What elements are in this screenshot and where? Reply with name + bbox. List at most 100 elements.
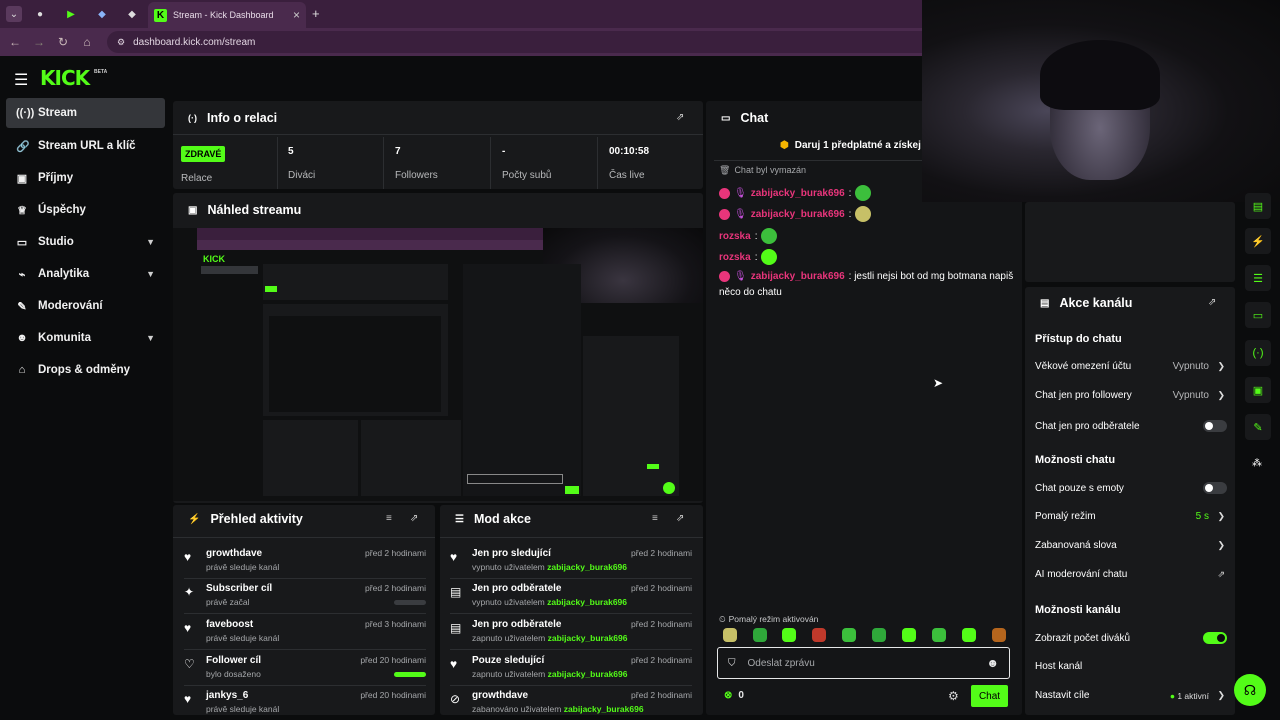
site-info-icon[interactable]: ⚙ [117, 37, 125, 48]
chat-message-continuation: něco do chatu [719, 287, 782, 298]
emote-icon[interactable] [962, 628, 976, 642]
rail-lightning-icon[interactable]: ⚡ [1245, 228, 1271, 254]
chat-username[interactable]: rozska [719, 231, 751, 242]
tab-kick-dashboard[interactable]: K Stream - Kick Dashboard × [148, 2, 306, 28]
rail-broadcast-icon[interactable]: (·) [1245, 340, 1271, 366]
popout-icon[interactable]: ⇗ [1208, 297, 1216, 308]
mod-action-user[interactable]: zabijacky_burak696 [548, 633, 628, 643]
url-field[interactable]: ⚙ dashboard.kick.com/stream [107, 31, 937, 53]
preview-sidebar-active [201, 266, 258, 274]
sidebar-item-stream[interactable]: ((·)) Stream [6, 98, 165, 128]
sidebar-item-stream-url[interactable]: 🔗 Stream URL a klíč [6, 131, 165, 161]
rail-actions-icon[interactable]: ▣ [1245, 377, 1271, 403]
mod-action-time: před 2 hodinami [631, 548, 692, 558]
emote-icon[interactable] [782, 628, 796, 642]
divider [184, 578, 426, 579]
channel-points[interactable]: ⊗ 0 [724, 690, 744, 701]
subs-only-toggle[interactable] [1203, 420, 1227, 432]
filter-icon[interactable]: ≡ [386, 513, 392, 524]
pinned-tab-icon[interactable]: ● [32, 6, 48, 22]
back-icon[interactable]: ← [3, 35, 27, 49]
chat-message: 🎙 zabijacky_burak696: jestli nejsi bot od… [719, 271, 1013, 282]
sidebar-item-community[interactable]: ☻ Komunita ▼ [6, 323, 165, 353]
rail-list-icon[interactable]: ☰ [1245, 265, 1271, 291]
emoji-icon[interactable]: ☻ [986, 656, 999, 670]
emote-icon[interactable] [902, 628, 916, 642]
filter-icon[interactable]: ≡ [652, 513, 658, 524]
sidebar-item-drops[interactable]: ⌂ Drops & odměny [6, 355, 165, 385]
emote-icon[interactable] [723, 628, 737, 642]
follower-goal-progress [394, 672, 426, 677]
chat-username[interactable]: zabijacky_burak696 [751, 271, 845, 282]
activity-row: ✦ Subscriber cíl právě začal před 2 hodinam… [184, 583, 426, 613]
host-channel-row[interactable]: Host kanál [1035, 661, 1225, 672]
popout-icon[interactable]: ⇗ [410, 513, 418, 524]
set-goals-row[interactable]: Nastavit cíle ● 1 aktivní ❯ [1035, 690, 1225, 701]
broadcast-icon: ((·)) [16, 107, 35, 119]
setting-value: 5 s [1195, 511, 1209, 522]
rail-panel-icon[interactable]: ▤ [1245, 193, 1271, 219]
setting-label: Host kanál [1035, 661, 1083, 672]
emote-icon[interactable] [992, 628, 1006, 642]
tab-list-icon[interactable]: ⌄ [6, 6, 22, 22]
emote-icon [761, 249, 778, 265]
activity-time: před 2 hodinami [365, 583, 426, 593]
emote-icon[interactable] [872, 628, 886, 642]
chat-settings-gear-icon[interactable]: ⚙ [948, 689, 959, 703]
sidebar-item-label: Studio [38, 236, 74, 248]
chat-message: rozska: [719, 228, 778, 244]
chat-username[interactable]: zabijacky_burak696 [751, 188, 845, 199]
sidebar-item-label: Komunita [38, 332, 92, 344]
sidebar-item-studio[interactable]: ▭ Studio ▼ [6, 227, 165, 257]
divider [277, 137, 278, 189]
emote-icon[interactable] [812, 628, 826, 642]
emote-icon[interactable] [753, 628, 767, 642]
sidebar-item-achievements[interactable]: ♕ Úspěchy [6, 195, 165, 225]
setting-value: Vypnuto [1172, 361, 1209, 372]
preview-nested-video [269, 316, 441, 412]
support-headset-icon[interactable]: ☊ [1234, 674, 1266, 706]
mod-action-user[interactable]: zabijacky_burak696 [547, 597, 627, 607]
menu-hamburger-icon[interactable]: ☰ [14, 70, 28, 90]
reload-icon[interactable]: ↻ [51, 35, 75, 49]
banned-words-row[interactable]: Zabanovaná slova ❯ [1035, 540, 1225, 551]
emote-icon[interactable] [932, 628, 946, 642]
sidebar-item-analytics[interactable]: ⌁ Analytika ▼ [6, 259, 165, 289]
age-restriction-row[interactable]: Věkové omezení účtu Vypnuto ❯ [1035, 361, 1225, 372]
emote-only-toggle[interactable] [1203, 482, 1227, 494]
setting-label: AI moderování chatu [1035, 569, 1128, 580]
pinned-tab-generic-icon[interactable]: ◆ [124, 6, 140, 22]
pinned-tab-steam-icon[interactable]: ◆ [94, 6, 110, 22]
stream-preview-video[interactable]: KICK [173, 228, 703, 501]
preview-chat-input [467, 474, 563, 484]
kick-logo[interactable]: KICK [40, 66, 90, 90]
popout-icon[interactable]: ⇗ [676, 513, 684, 524]
emote-icon[interactable] [842, 628, 856, 642]
show-viewers-toggle[interactable] [1203, 632, 1227, 644]
chat-input[interactable]: ⛉ Odeslat zprávu ☻ [717, 647, 1010, 679]
setting-label: Zobrazit počet diváků [1035, 632, 1131, 644]
mod-action-user[interactable]: zabijacky_burak696 [548, 669, 628, 679]
points-icon: ⊗ [724, 690, 733, 701]
mod-action-user[interactable]: zabijacky_burak696 [564, 704, 644, 714]
rail-chat-icon[interactable]: ▭ [1245, 302, 1271, 328]
new-tab-icon[interactable]: + [312, 6, 320, 21]
chat-username[interactable]: rozska [719, 252, 751, 263]
rail-more-icon[interactable]: ⁂ [1252, 458, 1262, 469]
activity-sub-text: bylo dosaženo [206, 669, 261, 679]
chat-promo-banner[interactable]: ⬢ Daruj 1 předplatné a získej 1. [780, 140, 932, 151]
sidebar-item-moderation[interactable]: ✎ Moderování [6, 291, 165, 321]
close-tab-icon[interactable]: × [293, 8, 300, 22]
home-icon[interactable]: ⌂ [75, 35, 99, 49]
rail-wrench-icon[interactable]: ✎ [1245, 414, 1271, 440]
followers-only-row[interactable]: Chat jen pro followery Vypnuto ❯ [1035, 390, 1225, 401]
sidebar-item-income[interactable]: ▣ Příjmy [6, 163, 165, 193]
mod-action-user[interactable]: zabijacky_burak696 [547, 562, 627, 572]
ai-moderation-row[interactable]: AI moderování chatu ⇗ [1035, 569, 1225, 580]
pinned-tab-play-icon[interactable]: ▶ [63, 6, 79, 22]
forward-icon[interactable]: → [27, 35, 51, 49]
send-chat-button[interactable]: Chat [971, 685, 1008, 707]
slow-mode-row[interactable]: Pomalý režim 5 s ❯ [1035, 511, 1225, 522]
chat-username[interactable]: zabijacky_burak696 [751, 209, 845, 220]
popout-icon[interactable]: ⇗ [676, 112, 684, 123]
